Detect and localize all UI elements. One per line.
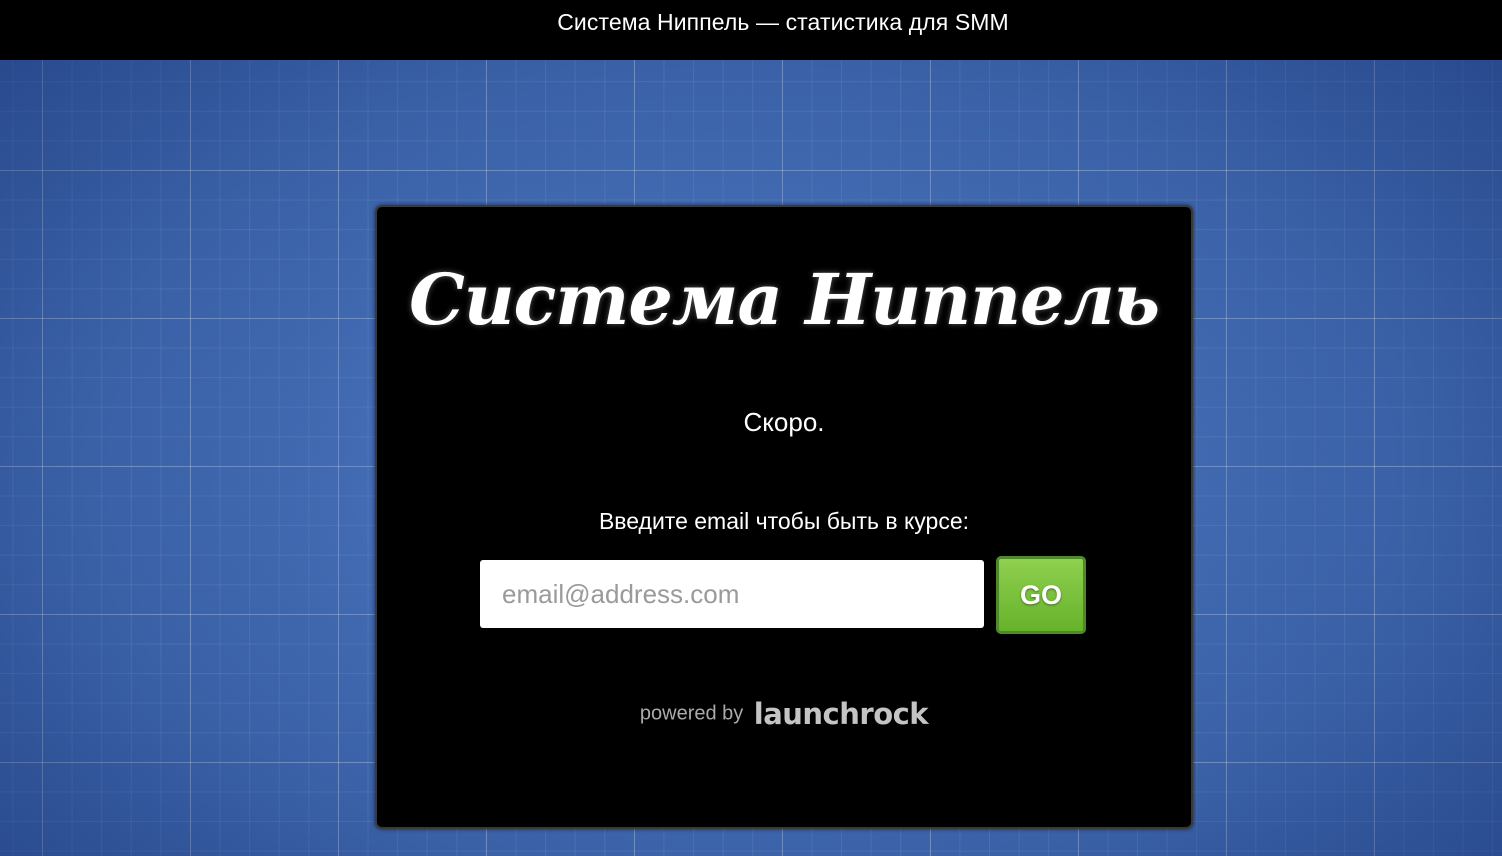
powered-by: powered by launchrock: [377, 697, 1191, 737]
coming-soon-text: Скоро.: [743, 407, 825, 437]
powered-by-label: powered by: [639, 702, 744, 725]
page: { "header": { "title": "Система Ниппель …: [0, 0, 1502, 856]
go-button[interactable]: GO: [996, 556, 1086, 634]
email-prompt: Введите email чтобы быть в курсе:: [598, 508, 970, 534]
launchrock-logo-link[interactable]: launchrock: [754, 697, 929, 731]
page-title: Система Ниппель — статистика для SMM: [557, 9, 1009, 35]
signup-card: Система Ниппель Скоро. Введите email что…: [375, 205, 1193, 829]
logo: Система Ниппель: [409, 258, 1160, 341]
email-input[interactable]: [480, 560, 984, 628]
top-bar: Система Ниппель — статистика для SMM: [0, 0, 1502, 60]
